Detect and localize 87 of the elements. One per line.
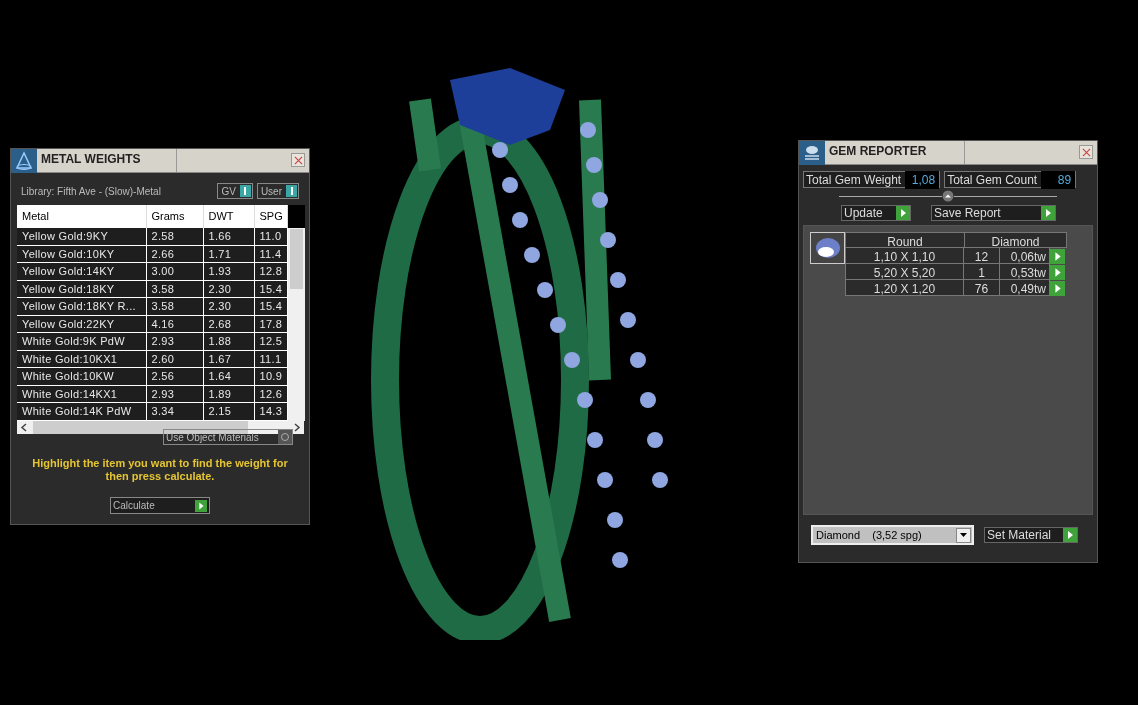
table-cell: 2.93 — [146, 385, 203, 403]
window-title: METAL WEIGHTS — [37, 149, 177, 172]
collapse-handle[interactable] — [839, 190, 1057, 202]
column-header: Round — [846, 233, 965, 247]
action-button[interactable]: Update — [841, 205, 911, 221]
table-cell: 1.67 — [203, 350, 254, 368]
table-cell: 2.56 — [146, 367, 203, 385]
table-cell: 2.30 — [203, 280, 254, 298]
toggle-switch[interactable]: User — [256, 183, 299, 199]
table-cell: Yellow Gold:10KY — [17, 245, 146, 263]
row-select-button[interactable] — [1050, 248, 1065, 264]
close-icon[interactable] — [1079, 145, 1093, 159]
table-cell: 76 — [964, 280, 1000, 296]
set-material-button[interactable]: Set Material — [984, 527, 1078, 543]
table-cell: 15.4 — [254, 280, 287, 298]
table-cell: 17.8 — [254, 315, 287, 333]
table-cell: 3.00 — [146, 262, 203, 280]
table-cell: 10.9 — [254, 367, 287, 385]
play-icon — [1063, 528, 1077, 542]
table-cell: 12.8 — [254, 262, 287, 280]
row-select-button[interactable] — [1050, 280, 1065, 296]
stat-field: Total Gem Weight 1,08 — [803, 171, 941, 188]
table-cell: 12 — [964, 248, 1000, 264]
toggle-switch[interactable]: GV — [217, 183, 253, 199]
table-cell: 1.64 — [203, 367, 254, 385]
table-cell: 14.3 — [254, 402, 287, 420]
table-cell: 1,20 X 1,20 — [845, 280, 964, 296]
table-cell: 3.34 — [146, 402, 203, 420]
table-cell: 2.93 — [146, 332, 203, 350]
table-cell: 2.30 — [203, 297, 254, 315]
table-cell: Yellow Gold:14KY — [17, 262, 146, 280]
play-icon — [195, 499, 207, 512]
table-cell: 11.1 — [254, 350, 287, 368]
table-cell: 5,20 X 5,20 — [845, 264, 964, 280]
table-cell: 4.16 — [146, 315, 203, 333]
scroll-right-icon[interactable] — [294, 422, 301, 432]
table-cell: 2.15 — [203, 402, 254, 420]
table-cell: 2.58 — [146, 228, 203, 245]
table-cell: 1.71 — [203, 245, 254, 263]
table-cell: 0,53tw — [1000, 264, 1050, 280]
scroll-left-icon[interactable] — [20, 422, 27, 432]
table-cell: 1.66 — [203, 228, 254, 245]
action-button[interactable]: Save Report — [931, 205, 1056, 221]
window-title: GEM REPORTER — [825, 141, 965, 164]
table-cell: 2.68 — [203, 315, 254, 333]
play-icon — [1050, 264, 1065, 280]
column-header: Diamond — [990, 234, 1041, 247]
table-cell: 3.58 — [146, 297, 203, 315]
table-cell: 2.60 — [146, 350, 203, 368]
hint-text: Highlight the item you want to find the weight for then press calculate. — [31, 457, 289, 483]
table-cell: 11.0 — [254, 228, 287, 245]
table-cell: Yellow Gold:22KY — [17, 315, 146, 333]
table-cell: Yellow Gold:18KY R... — [17, 297, 146, 315]
table-cell: 0,06tw — [1000, 248, 1050, 264]
table-cell: 1 — [964, 264, 1000, 280]
gem-icon — [799, 141, 825, 165]
caret-icon — [956, 527, 971, 543]
table-cell: 3.58 — [146, 280, 203, 298]
table-cell: 12.6 — [254, 385, 287, 403]
table-cell: Yellow Gold:9KY — [17, 228, 146, 245]
table-cell: 15.4 — [254, 297, 287, 315]
play-icon — [1041, 206, 1055, 220]
use-object-materials-checkbox[interactable]: Use Object Materials — [163, 429, 293, 445]
table-cell: White Gold:14K PdW — [17, 402, 146, 420]
table-cell: 2.66 — [146, 245, 203, 263]
table-cell: 1.89 — [203, 385, 254, 403]
play-icon — [1050, 280, 1065, 296]
gem-thumbnail-icon — [810, 232, 845, 264]
table-cell: White Gold:14KX1 — [17, 385, 146, 403]
stat-field: Total Gem Count 89 — [944, 171, 1077, 188]
play-icon — [1050, 248, 1065, 264]
table-cell: Yellow Gold:18KY — [17, 280, 146, 298]
table-cell: White Gold:10KX1 — [17, 350, 146, 368]
table-cell: 1.93 — [203, 262, 254, 280]
table-cell: 11.4 — [254, 245, 287, 263]
material-dropdown[interactable]: Diamond (3,52 spg) — [811, 525, 974, 545]
table-cell: White Gold:10KW — [17, 367, 146, 385]
table-cell: White Gold:9K PdW — [17, 332, 146, 350]
row-select-button[interactable] — [1050, 264, 1065, 280]
calculate-button[interactable]: Calculate — [110, 497, 210, 514]
play-icon — [896, 206, 910, 220]
table-cell: 1.88 — [203, 332, 254, 350]
table-cell: 12.5 — [254, 332, 287, 350]
close-icon[interactable] — [291, 153, 305, 167]
table-cell: 1,10 X 1,10 — [845, 248, 964, 264]
table-cell: 0,49tw — [1000, 280, 1050, 296]
library-label: Library: Fifth Ave - (Slow)-Metal — [21, 184, 162, 199]
